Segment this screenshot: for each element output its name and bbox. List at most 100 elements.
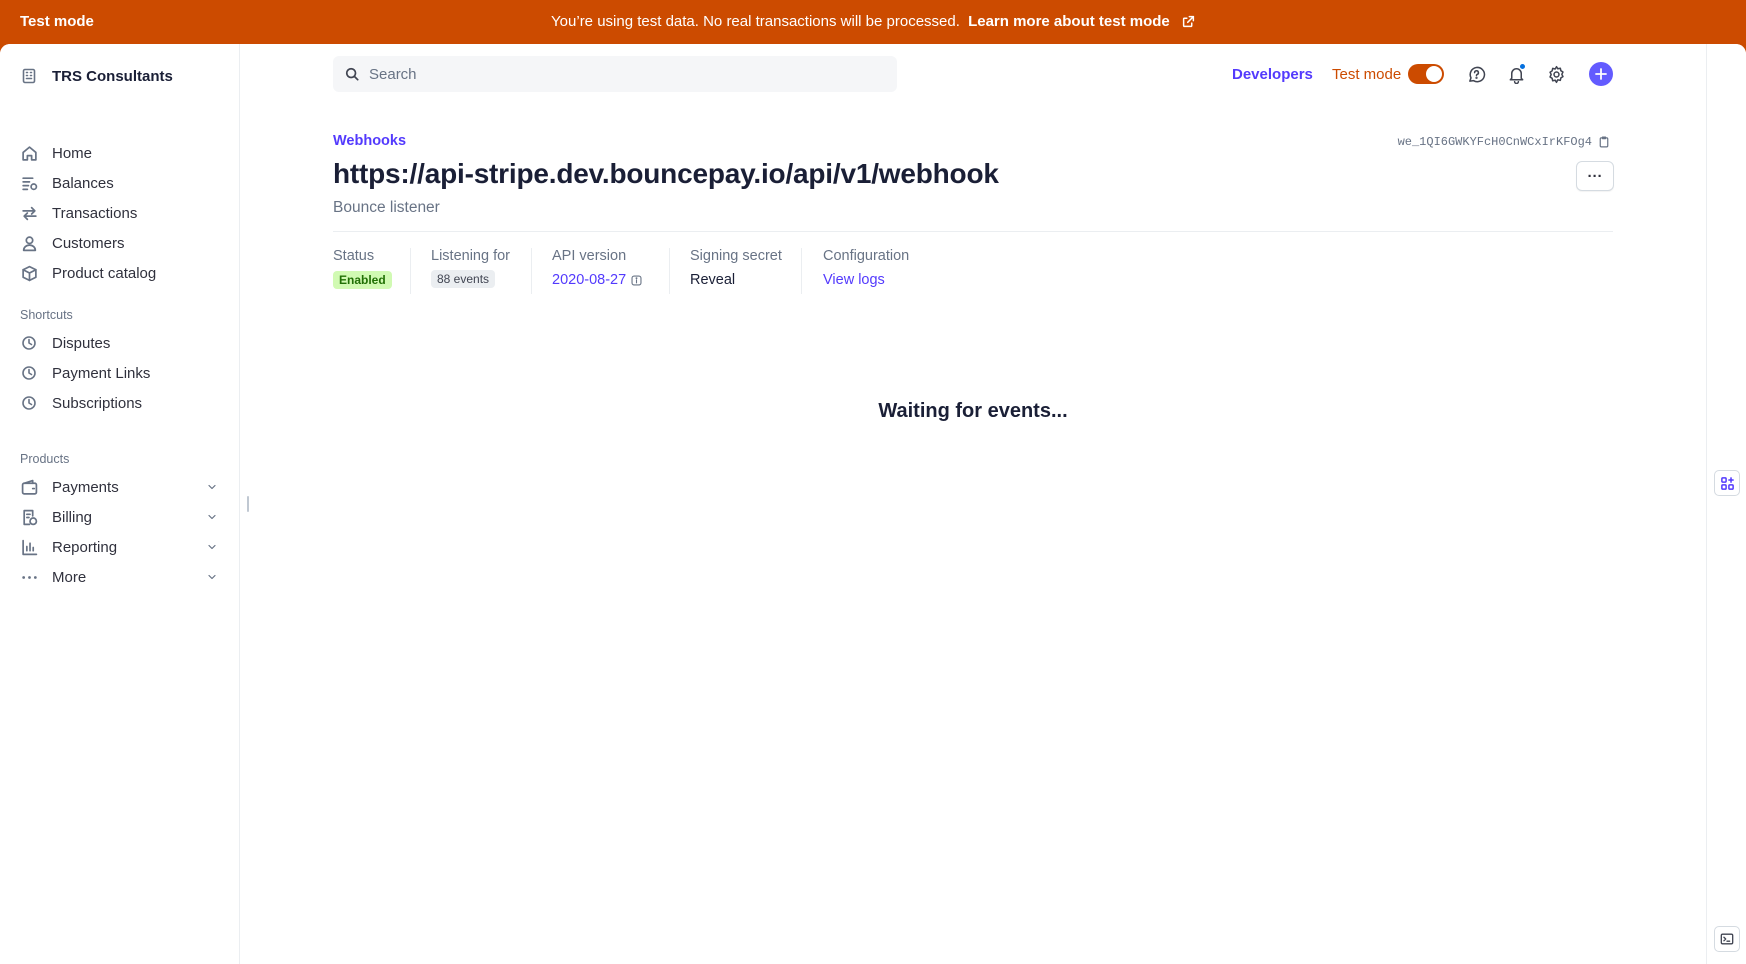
meta-separator [531, 248, 532, 294]
billing-icon [20, 508, 38, 526]
sidebar-item-reporting[interactable]: Reporting [20, 532, 220, 562]
chevron-down-icon[interactable] [204, 569, 220, 585]
configuration-field: Configuration View logs [823, 248, 909, 294]
balances-icon [20, 174, 38, 192]
sidebar-item-label: Payment Links [52, 364, 151, 382]
sidebar-item-disputes[interactable]: Disputes [20, 328, 220, 358]
sidebar-item-product-catalog[interactable]: Product catalog [20, 258, 220, 288]
customer-icon [20, 234, 38, 252]
info-icon[interactable] [631, 274, 642, 286]
home-icon [20, 144, 38, 162]
sidebar-item-home[interactable]: Home [20, 138, 220, 168]
shortcuts-nav: Disputes Payment Links Subscriptions [20, 328, 220, 418]
learn-more-link[interactable]: Learn more about test mode [968, 13, 1170, 30]
meta-separator [801, 248, 802, 294]
meta-separator [669, 248, 670, 294]
sidebar-item-label: Transactions [52, 204, 138, 222]
api-version-label: API version [552, 248, 627, 264]
copy-icon[interactable] [1598, 136, 1610, 148]
listening-label: Listening for [431, 248, 510, 264]
endpoint-description: Bounce listener [333, 199, 440, 216]
banner-message: You’re using test data. No real transact… [551, 13, 960, 30]
chevron-down-icon[interactable] [204, 539, 220, 555]
breadcrumb-webhooks[interactable]: Webhooks [333, 133, 406, 149]
signing-secret-field: Signing secret Reveal [690, 248, 782, 294]
status-label: Status [333, 248, 375, 264]
sidebar-item-subscriptions[interactable]: Subscriptions [20, 388, 220, 418]
chevron-down-icon[interactable] [204, 509, 220, 525]
sidebar-item-more[interactable]: More [20, 562, 220, 592]
wallet-icon [20, 478, 38, 496]
test-mode-label: Test mode [1332, 65, 1402, 83]
api-version-link[interactable]: 2020-08-27 [552, 272, 626, 288]
status-badge: Enabled [333, 271, 392, 289]
endpoint-id: we_1QI6GWKYFcH0CnWCxIrKFOg4 [1397, 135, 1592, 149]
sidebar-item-label: Reporting [52, 538, 118, 556]
meta-separator [410, 248, 411, 294]
header-divider [333, 231, 1613, 232]
sidebar-item-label: Product catalog [52, 264, 157, 282]
right-rail [1706, 44, 1746, 964]
shell-button[interactable] [1714, 926, 1740, 952]
signing-secret-label: Signing secret [690, 248, 782, 264]
sidebar-item-label: Customers [52, 234, 125, 252]
sidebar-item-label: Payments [52, 478, 119, 496]
configuration-label: Configuration [823, 248, 910, 264]
sidebar-item-billing[interactable]: Billing [20, 502, 220, 532]
account-switcher[interactable]: TRS Consultants [20, 64, 173, 88]
reveal-secret-button[interactable]: Reveal [690, 272, 735, 288]
box-icon [20, 264, 38, 282]
sidebar-item-label: Disputes [52, 334, 111, 352]
toggle-knob [1426, 66, 1442, 82]
sidebar: TRS Consultants Home Balances Transactio… [0, 44, 240, 964]
events-count-badge[interactable]: 88 events [431, 270, 496, 288]
apps-grid-icon [1720, 476, 1734, 490]
sidebar-item-balances[interactable]: Balances [20, 168, 220, 198]
plus-icon [1595, 68, 1607, 80]
sidebar-item-customers[interactable]: Customers [20, 228, 220, 258]
external-link-icon[interactable] [1182, 15, 1195, 32]
account-name: TRS Consultants [52, 67, 173, 85]
help-icon[interactable] [1465, 63, 1487, 85]
chevron-down-icon[interactable] [204, 479, 220, 495]
search-icon [345, 67, 359, 81]
test-mode-toggle[interactable] [1408, 64, 1444, 84]
products-heading: Products [20, 452, 70, 466]
sidebar-resize-handle[interactable] [247, 496, 249, 512]
products-nav: Payments Billing Reporting More [20, 472, 220, 592]
sidebar-item-payments[interactable]: Payments [20, 472, 220, 502]
sidebar-item-label: More [52, 568, 87, 586]
gear-icon[interactable] [1545, 63, 1567, 85]
endpoint-id-row: we_1QI6GWKYFcH0CnWCxIrKFOg4 [1398, 135, 1610, 149]
building-icon [20, 67, 38, 85]
view-logs-link[interactable]: View logs [823, 272, 885, 288]
notification-dot [1519, 63, 1526, 70]
shortcuts-heading: Shortcuts [20, 308, 73, 322]
clock-icon [20, 364, 38, 382]
sidebar-item-payment-links[interactable]: Payment Links [20, 358, 220, 388]
empty-state-message: Waiting for events... [878, 400, 1068, 422]
developers-link[interactable]: Developers [1232, 58, 1313, 90]
app-shell: TRS Consultants Home Balances Transactio… [0, 44, 1746, 964]
clock-icon [20, 334, 38, 352]
sidebar-item-label: Billing [52, 508, 93, 526]
more-actions-button[interactable]: ··· [1576, 161, 1614, 191]
sidebar-item-label: Home [52, 144, 93, 162]
more-dots-icon [20, 568, 38, 586]
banner-message-row: You’re using test data. No real transact… [0, 13, 1746, 32]
api-version-field: API version 2020-08-27 [552, 248, 642, 294]
status-field: Status Enabled [333, 248, 392, 294]
sidebar-item-label: Subscriptions [52, 394, 143, 412]
notifications-bell-icon[interactable] [1505, 63, 1527, 85]
apps-button[interactable] [1714, 470, 1740, 496]
listening-field: Listening for 88 events [431, 248, 510, 294]
create-new-button[interactable] [1589, 62, 1613, 86]
test-mode-banner: Test mode You’re using test data. No rea… [0, 0, 1746, 44]
transactions-icon [20, 204, 38, 222]
main-nav: Home Balances Transactions Customers Pro… [20, 138, 220, 288]
search-bar[interactable] [333, 56, 897, 92]
search-input[interactable] [369, 65, 869, 83]
terminal-icon [1720, 933, 1734, 945]
clock-icon [20, 394, 38, 412]
sidebar-item-transactions[interactable]: Transactions [20, 198, 220, 228]
